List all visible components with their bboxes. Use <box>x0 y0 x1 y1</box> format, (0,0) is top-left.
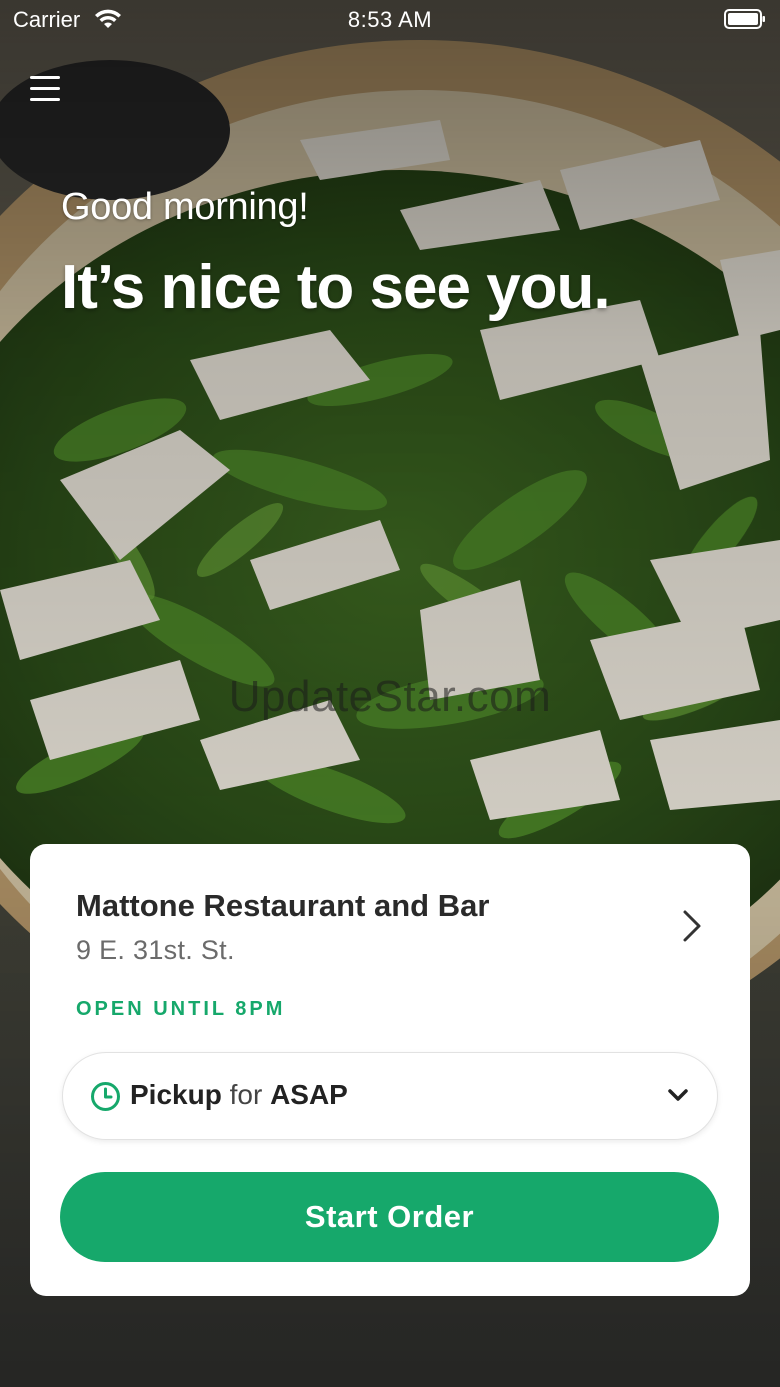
restaurant-card: Mattone Restaurant and Bar 9 E. 31st. St… <box>30 844 750 1296</box>
chevron-right-icon <box>683 910 701 942</box>
status-time: 8:53 AM <box>347 7 433 32</box>
battery-full-icon <box>724 9 765 29</box>
restaurant-details-link[interactable]: Mattone Restaurant and Bar 9 E. 31st. St… <box>30 844 750 974</box>
clock-icon <box>91 1082 120 1111</box>
pickup-summary: Pickup for ASAP <box>130 1079 348 1111</box>
chevron-down-icon <box>668 1089 688 1101</box>
start-order-button[interactable]: Start Order <box>60 1172 719 1262</box>
watermark-text: UpdateStar.com <box>228 672 552 721</box>
hours-status: OPEN UNTIL 8PM <box>76 998 286 1020</box>
order-mode: Pickup <box>130 1079 222 1110</box>
status-bar: Carrier 8:53 AM <box>0 0 780 40</box>
order-time: ASAP <box>270 1079 348 1110</box>
menu-button[interactable] <box>28 72 64 106</box>
pickup-time-selector[interactable]: Pickup for ASAP <box>62 1052 718 1140</box>
greeting-salutation: Good morning! <box>61 186 309 228</box>
restaurant-address: 9 E. 31st. St. <box>76 935 235 965</box>
restaurant-name: Mattone Restaurant and Bar <box>76 888 490 923</box>
order-connector: for <box>229 1079 263 1110</box>
hamburger-menu-icon <box>30 76 60 79</box>
greeting-headline: It’s nice to see you. <box>61 253 611 322</box>
